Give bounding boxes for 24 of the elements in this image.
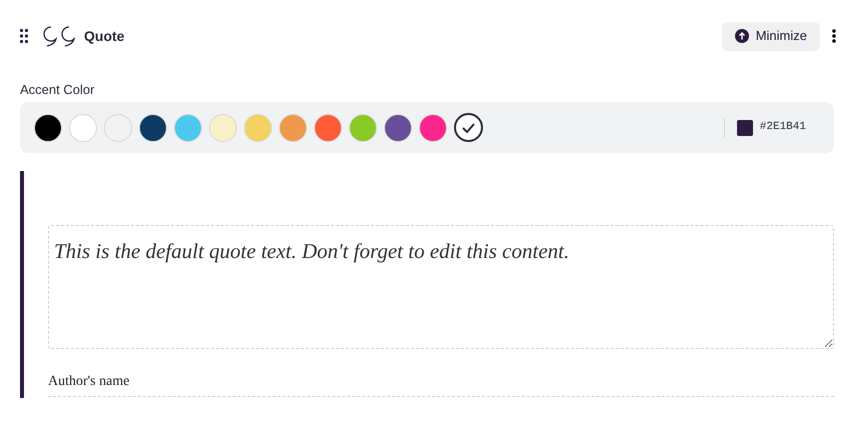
field-label: Accent Color <box>20 81 96 99</box>
check-icon <box>462 122 475 132</box>
author-name-field[interactable]: Author's name <box>48 371 834 397</box>
color-swatch[interactable] <box>104 114 132 142</box>
quote-text-field[interactable]: This is the default quote text. Don't forget to edit this content. <box>48 225 834 349</box>
minimize-button[interactable]: Minimize <box>722 22 820 50</box>
color-swatch[interactable] <box>209 114 237 142</box>
color-swatch[interactable] <box>419 114 447 142</box>
color-hex-value: #2E1B41 <box>760 120 806 136</box>
color-swatch[interactable] <box>69 114 97 142</box>
color-swatch[interactable] <box>139 114 167 142</box>
custom-color-swatch[interactable] <box>454 113 483 142</box>
color-swatch[interactable] <box>314 114 342 142</box>
drag-handle-icon[interactable] <box>20 29 28 43</box>
quote-icon <box>42 25 78 47</box>
color-swatch[interactable] <box>279 114 307 142</box>
block-title: Quote <box>84 26 124 46</box>
color-swatch[interactable] <box>174 114 202 142</box>
color-swatch[interactable] <box>34 114 62 142</box>
arrow-up-circle-icon <box>734 29 749 43</box>
color-swatch[interactable] <box>244 114 272 142</box>
color-swatch[interactable] <box>384 114 412 142</box>
color-swatch[interactable] <box>349 114 377 142</box>
more-options-icon[interactable] <box>832 29 836 43</box>
